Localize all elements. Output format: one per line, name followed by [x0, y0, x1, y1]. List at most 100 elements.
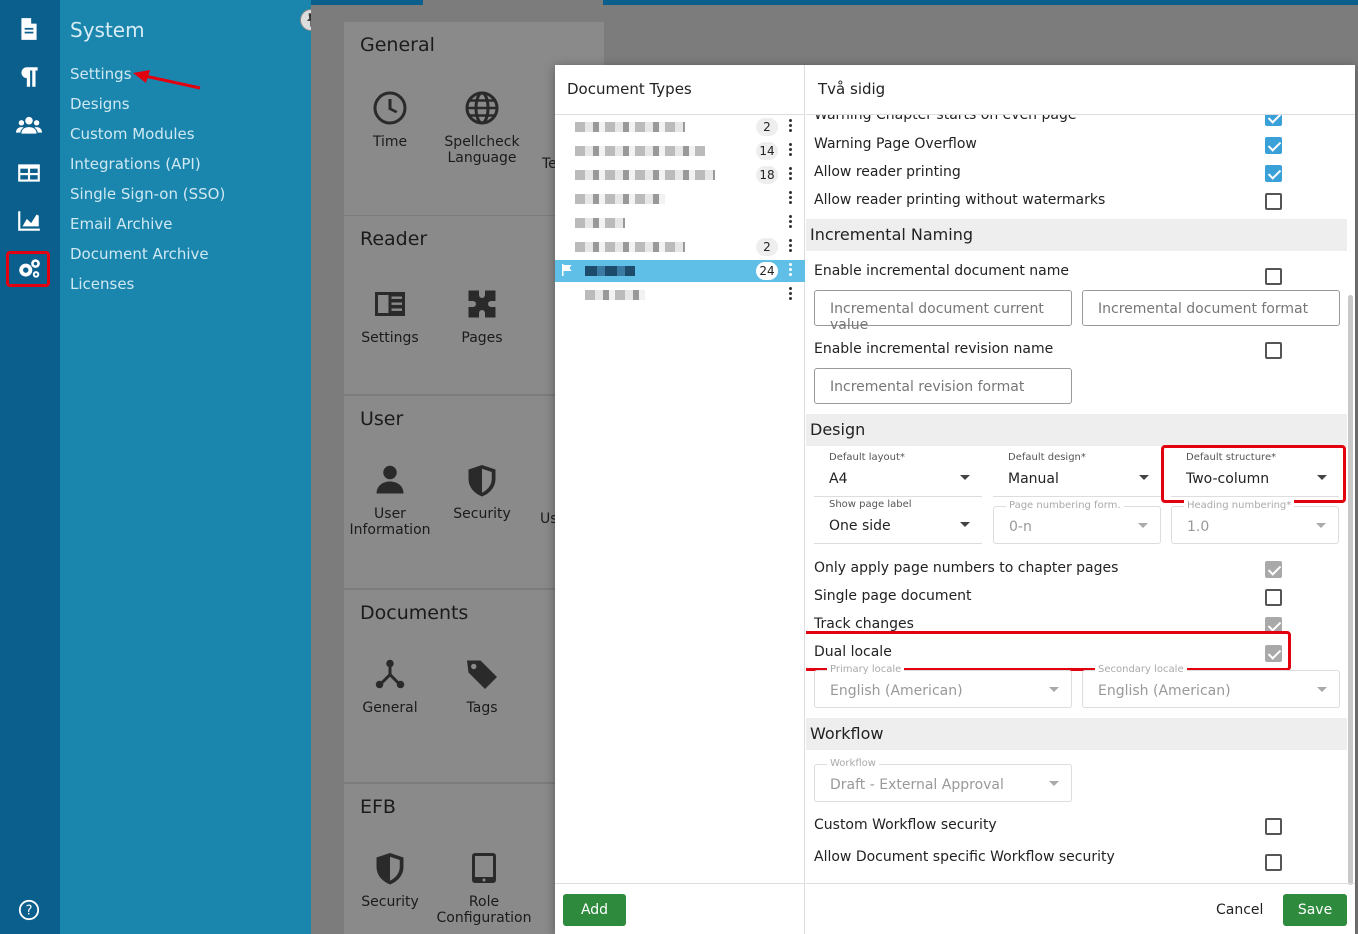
warn-overflow-label: Warning Page Overflow [814, 136, 977, 152]
chart-icon[interactable] [16, 208, 42, 234]
document-type-row[interactable]: 14 [555, 140, 805, 162]
only-apply-checkbox[interactable] [1265, 561, 1282, 578]
kebab-menu-icon[interactable] [789, 287, 793, 303]
section-incremental-naming: Incremental Naming [806, 219, 1347, 251]
document-type-row[interactable] [555, 284, 805, 306]
tile-user-security[interactable]: Security [427, 462, 537, 522]
nav-item-licenses[interactable]: Licenses [70, 275, 134, 293]
field-label: Default design* [1005, 452, 1089, 463]
track-changes-label: Track changes [814, 616, 914, 632]
incremental-format-input[interactable]: Incremental document format [1082, 290, 1340, 326]
tag-icon [467, 660, 497, 689]
enable-incremental-rev-checkbox[interactable] [1265, 342, 1282, 359]
highlight-default-structure [1161, 445, 1346, 503]
enable-incremental-doc-label: Enable incremental document name [814, 263, 1069, 279]
heading-numbering-select: Heading numbering* 1.0 [1171, 500, 1339, 544]
help-icon[interactable]: ? [18, 899, 40, 921]
custom-workflow-security-checkbox[interactable] [1265, 818, 1282, 835]
paragraph-icon[interactable] [16, 64, 42, 90]
red-arrow-annotation [133, 70, 201, 90]
tile-label: Settings [361, 330, 419, 346]
tile-tags[interactable]: Tags [427, 656, 537, 716]
dropdown-arrow-icon [1049, 781, 1059, 786]
document-type-row[interactable]: 2 [555, 116, 805, 138]
default-design-select[interactable]: Default design* Manual [993, 452, 1161, 497]
tablet-icon [472, 853, 496, 883]
kebab-menu-icon[interactable] [789, 119, 793, 135]
redacted-text [575, 242, 685, 252]
warn-chapter-checkbox[interactable] [1265, 115, 1282, 126]
incremental-revision-format-input[interactable]: Incremental revision format [814, 368, 1072, 404]
kebab-menu-icon[interactable] [789, 143, 793, 159]
allow-print-label: Allow reader printing [814, 164, 961, 180]
shield-icon [376, 853, 404, 885]
field-value: English (American) [830, 683, 963, 699]
kebab-menu-icon[interactable] [789, 191, 793, 207]
document-types-panel: Document Types 2 14 18 2 24 Add [555, 65, 805, 934]
section-title: General [360, 34, 435, 56]
kebab-menu-icon[interactable] [789, 167, 793, 183]
document-type-row[interactable]: 18 [555, 164, 805, 186]
document-icon[interactable] [16, 16, 42, 42]
page-numbering-select: Page numbering form. 0-n [993, 500, 1161, 544]
document-type-row[interactable]: 2 [555, 236, 805, 258]
globe-icon [465, 91, 499, 125]
redacted-text [585, 266, 635, 276]
single-page-checkbox[interactable] [1265, 589, 1282, 606]
nav-item-designs[interactable]: Designs [70, 95, 130, 113]
add-button[interactable]: Add [563, 894, 626, 926]
allow-print-nowm-checkbox[interactable] [1265, 193, 1282, 210]
field-label: Page numbering form. [1006, 500, 1124, 511]
allow-print-checkbox[interactable] [1265, 165, 1282, 182]
incremental-current-value-input[interactable]: Incremental document current value [814, 290, 1072, 333]
nav-item-integrations[interactable]: Integrations (API) [70, 155, 201, 173]
section-title: Documents [360, 602, 469, 624]
nav-item-custom-modules[interactable]: Custom Modules [70, 125, 195, 143]
tile-role-configuration[interactable]: Role Configuration [429, 850, 539, 926]
enable-incremental-doc-checkbox[interactable] [1265, 268, 1282, 285]
puzzle-icon [468, 290, 496, 318]
allow-print-nowm-label: Allow reader printing without watermarks [814, 192, 1106, 208]
left-footer: Add [555, 883, 805, 934]
scrollbar[interactable] [1348, 295, 1353, 885]
document-type-row[interactable] [555, 212, 805, 234]
hierarchy-icon [375, 659, 405, 689]
count-badge: 2 [756, 118, 778, 136]
kebab-menu-icon[interactable] [789, 239, 793, 255]
book-icon [375, 292, 405, 316]
workflow-select: Workflow Draft - External Approval [814, 758, 1072, 802]
users-icon[interactable] [16, 112, 42, 138]
enable-incremental-rev-label: Enable incremental revision name [814, 341, 1054, 357]
field-label: Show page label [826, 499, 915, 510]
warn-overflow-checkbox[interactable] [1265, 137, 1282, 154]
single-page-label: Single page document [814, 588, 972, 604]
document-type-row-selected[interactable]: 24 [555, 260, 805, 282]
redacted-text [575, 218, 625, 228]
count-badge: 18 [756, 166, 778, 184]
nav-item-sso[interactable]: Single Sign-on (SSO) [70, 185, 225, 203]
section-title: EFB [360, 796, 396, 818]
flag-icon [562, 264, 572, 276]
doc-specific-workflow-checkbox[interactable] [1265, 854, 1282, 871]
nav-item-document-archive[interactable]: Document Archive [70, 245, 209, 263]
document-type-row[interactable] [555, 188, 805, 210]
shield-icon [468, 465, 496, 497]
tile-pages[interactable]: Pages [427, 286, 537, 346]
redacted-text [575, 122, 685, 132]
kebab-menu-icon[interactable] [789, 263, 793, 279]
default-layout-select[interactable]: Default layout* A4 [814, 452, 982, 497]
field-value: One side [829, 518, 891, 534]
settings-scroll-area[interactable]: Warning Chapter starts on even page Warn… [806, 115, 1355, 883]
show-page-label-select[interactable]: Show page label One side [814, 499, 982, 544]
dropdown-arrow-icon [1138, 523, 1148, 528]
svg-text:?: ? [26, 904, 33, 919]
tile-label: Time [372, 134, 408, 150]
save-button[interactable]: Save [1283, 894, 1347, 926]
table-icon[interactable] [16, 160, 42, 186]
tile-spellcheck-language[interactable]: Spellcheck Language [427, 90, 537, 166]
count-badge: 2 [756, 238, 778, 256]
cancel-button[interactable]: Cancel [1216, 902, 1263, 918]
nav-item-settings[interactable]: Settings [70, 65, 132, 83]
nav-item-email-archive[interactable]: Email Archive [70, 215, 173, 233]
kebab-menu-icon[interactable] [789, 215, 793, 231]
